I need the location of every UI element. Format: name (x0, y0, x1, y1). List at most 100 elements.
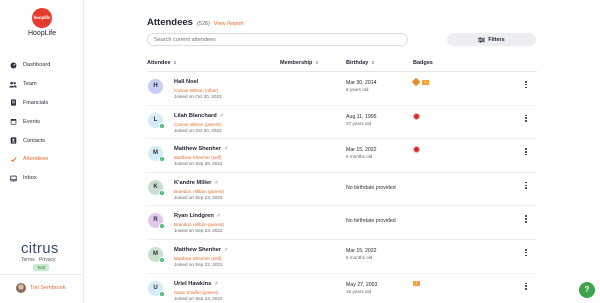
age: 6 months old (346, 255, 373, 260)
attendee-name-text: K'andre Miller (174, 179, 212, 186)
guardian-link[interactable]: Brandon Hillbon (parent) (174, 189, 224, 194)
attendee-name-text: Matthew Shenher (174, 247, 222, 253)
check-icon: ✓ (159, 189, 165, 196)
guardian-link[interactable]: Isaac Shaffer (parent) (174, 290, 218, 295)
age: 6 months old (346, 154, 373, 160)
help-button[interactable]: ? (579, 282, 595, 298)
attendee-name-text: Lilah Blanchard (174, 112, 217, 119)
app-logo[interactable]: hooplife HoopLife (0, 8, 84, 37)
sidebar-item-events[interactable]: Events (6, 112, 82, 131)
sidebar-item-financials[interactable]: Financials (6, 94, 82, 113)
table-row[interactable]: K ✓ K'andre Miller ♂ Brandon Hillbon (paren… (147, 173, 537, 207)
page-header: Attendees (528) View Report (147, 17, 244, 28)
guardian-link[interactable]: Brandon Hillbon (parent) (174, 222, 224, 227)
column-header-label: Attendee (147, 60, 171, 66)
check-icon: ✓ (159, 290, 165, 297)
more-options-icon[interactable] (524, 114, 528, 123)
attendee-name[interactable]: Hall Noel (174, 79, 198, 85)
attendee-count: (528) (196, 21, 210, 27)
privacy-link[interactable]: Privacy (39, 257, 55, 263)
avatar (16, 283, 26, 293)
guardian-link[interactable]: Connie Wilson (parent) (174, 122, 221, 127)
events-icon (9, 118, 17, 126)
sidebar-item-contacts[interactable]: Contacts (6, 131, 82, 150)
view-report-link[interactable]: View Report (214, 21, 244, 27)
attendee-name[interactable]: Lilah Blanchard ♂ (174, 113, 224, 119)
attendee-name[interactable]: Uriel Hawkins ♂ (174, 281, 218, 287)
team-icon (9, 80, 17, 88)
more-options-icon[interactable] (524, 148, 528, 156)
birthday: May 27, 2003 (346, 281, 378, 288)
more-options-icon[interactable] (524, 249, 528, 257)
age: 8 years old (346, 87, 369, 92)
more-options-icon[interactable] (524, 181, 528, 190)
check-icon: ✓ (159, 257, 165, 263)
no-birthday-text: No birthdate provided (346, 184, 396, 191)
birthday: Aug 11, 1995 (346, 113, 377, 120)
sidebar-item-attendees[interactable]: Attendees (6, 150, 82, 169)
filters-button[interactable]: Filters (447, 33, 536, 46)
badges: 1 (413, 280, 420, 286)
column-header-label: Birthday (346, 60, 369, 66)
brand: citrus Terms · Privacy (21, 241, 59, 263)
attendees-icon (9, 155, 17, 163)
gender-icon: ♂ (213, 179, 219, 186)
badge-tag[interactable]: 1 (422, 79, 429, 85)
table-row[interactable]: L ✓ Lilah Blanchard ♂ Connie Wilson (parent… (147, 106, 537, 140)
gender-icon: ♂ (223, 146, 228, 153)
check-icon: ✓ (159, 223, 165, 230)
column-header-membership[interactable]: Membership ⇳ (280, 60, 319, 66)
attendee-name[interactable]: Matthew Shenher ♂ (174, 247, 228, 253)
app-name: HoopLife (27, 30, 57, 37)
attendee-name[interactable]: Matthew Shenher ♂ (174, 146, 228, 152)
birthday: Mar 30, 2014 (346, 80, 377, 86)
gender-icon: ♂ (223, 247, 228, 253)
sidebar-item-label: Contacts (23, 137, 46, 144)
column-header-label: Badges (413, 60, 433, 66)
sidebar-item-inbox[interactable]: Inbox (6, 169, 82, 188)
badges: 1 (411, 77, 429, 87)
badge-tag[interactable]: 1 (413, 280, 420, 286)
user-profile[interactable]: Tori Sembrook (16, 283, 65, 293)
check-icon: ✓ (159, 122, 165, 129)
search-input[interactable] (147, 33, 408, 46)
sidebar-divider (0, 274, 84, 275)
guardian-link[interactable]: Connie Wilson (other) (174, 88, 218, 93)
badge-round-icon[interactable] (413, 146, 420, 154)
sidebar-item-label: Dashboard (23, 62, 51, 69)
terms-link[interactable]: Terms (21, 257, 35, 263)
sidebar-nav: Dashboard Team Financials Events Contact… (6, 56, 82, 188)
table-row[interactable]: H Hall Noel Connie Wilson (other) Joined on… (147, 72, 537, 106)
more-options-icon[interactable] (524, 81, 528, 89)
table-row[interactable]: M ✓ Matthew Shenher ♂ Matthew Shenher (self… (147, 139, 537, 173)
sidebar-item-label: Events (23, 118, 41, 125)
badge-round-icon[interactable] (413, 112, 420, 120)
birthday: Mar 15, 2022 (346, 248, 377, 254)
guardian-link[interactable]: Matthew Shenher (self) (174, 256, 222, 261)
badge-diamond-icon[interactable] (411, 77, 421, 87)
sidebar-item-dashboard[interactable]: Dashboard (6, 56, 82, 75)
column-header-attendee[interactable]: Attendee ⇳ (147, 60, 177, 66)
column-header-birthday[interactable]: Birthday ⇳ (346, 60, 375, 66)
no-birthday-text: No birthdate provided (346, 218, 396, 225)
badges (413, 146, 422, 154)
sidebar-item-team[interactable]: Team (6, 75, 82, 94)
avatar: H (148, 79, 163, 94)
attendee-name[interactable]: Ryan Lindgren ♂ (174, 213, 221, 219)
joined-date: Joined on Oct 20, 2022 (174, 94, 222, 99)
joined-date: Joined on Oct 20, 2022 (174, 127, 222, 133)
more-options-icon[interactable] (524, 215, 528, 223)
guardian-link[interactable]: Matthew Shenher (self) (174, 155, 222, 160)
table-row[interactable]: M ✓ Matthew Shenher ♂ Matthew Shenher (self… (147, 240, 537, 274)
more-options-icon[interactable] (524, 282, 528, 291)
age: 18 years old (346, 288, 372, 294)
user-name: Tori Sembrook (30, 285, 66, 291)
table-row[interactable]: R ✓ Ryan Lindgren ♂ Brandon Hillbon (parent… (147, 206, 537, 240)
sidebar-item-label: Attendees (23, 156, 49, 163)
age: 27 years old (346, 120, 372, 126)
attendee-name[interactable]: K'andre Miller ♂ (174, 180, 218, 186)
main-content: Attendees (528) View Report Filters Atte… (84, 0, 600, 303)
gender-icon: ♂ (219, 112, 224, 119)
table-row[interactable]: U ✓ Uriel Hawkins ♂ Isaac Shaffer (parent) J… (147, 274, 537, 303)
sidebar-item-label: Financials (23, 99, 49, 106)
